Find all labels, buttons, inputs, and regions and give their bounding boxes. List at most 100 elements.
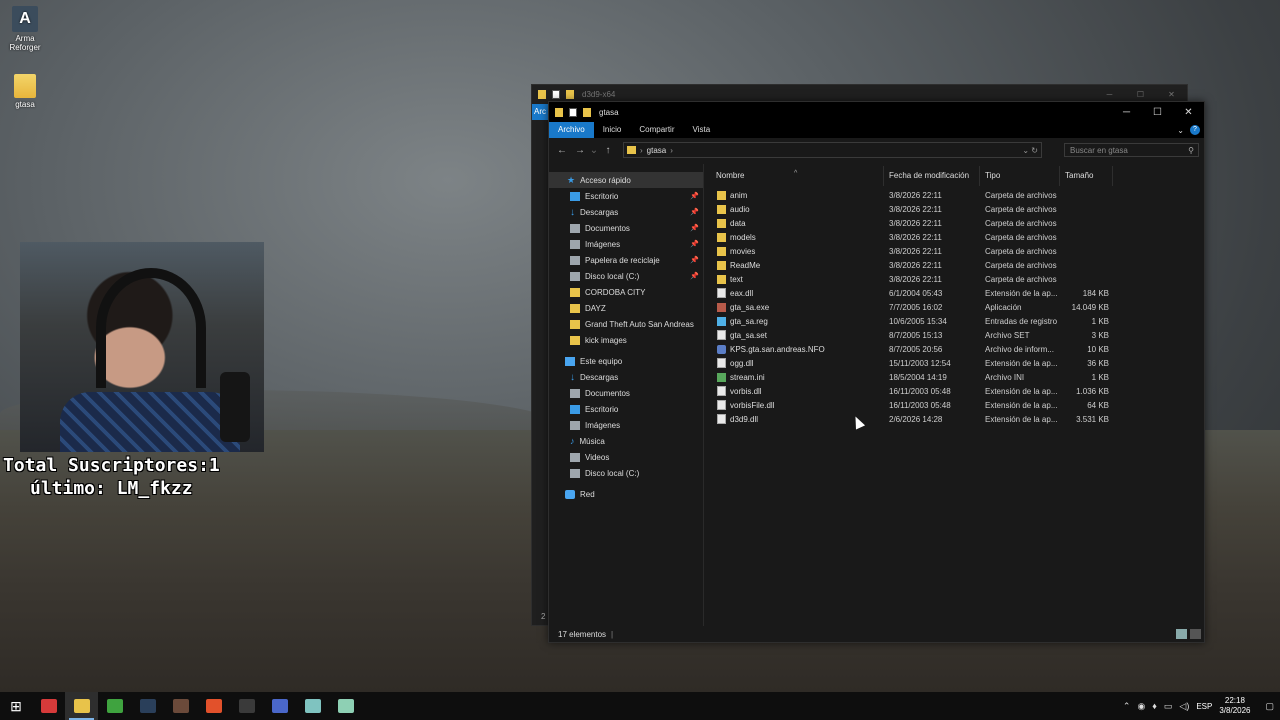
ini-icon bbox=[717, 372, 726, 382]
volume-icon[interactable]: ◁) bbox=[1179, 701, 1189, 712]
checkbox-icon[interactable] bbox=[569, 107, 577, 117]
clock[interactable]: 22:18 3/8/2026 bbox=[1219, 696, 1250, 716]
details-view-icon[interactable] bbox=[1176, 629, 1187, 639]
file-name-cell: stream.ini bbox=[704, 372, 884, 382]
file-name-cell: data bbox=[704, 218, 884, 228]
nav-quick-item[interactable]: kick images bbox=[549, 332, 703, 348]
chevron-up-icon[interactable]: ⌃ bbox=[1123, 701, 1131, 712]
file-row[interactable]: text 3/8/2026 22:11 Carpeta de archivos bbox=[704, 272, 1204, 286]
taskbar-app-xbox[interactable] bbox=[98, 692, 131, 720]
microphone-icon[interactable]: ♦ bbox=[1152, 701, 1157, 711]
window-titlebar[interactable]: gtasa ─ ☐ ✕ bbox=[549, 102, 1204, 122]
file-row[interactable]: vorbisFile.dll 16/11/2003 05:48 Extensión … bbox=[704, 398, 1204, 412]
file-name-cell: vorbis.dll bbox=[704, 386, 884, 396]
close-button[interactable]: ✕ bbox=[1173, 102, 1204, 122]
nav-pc-item[interactable]: Escritorio bbox=[549, 401, 703, 417]
notifications-icon[interactable]: ▢ bbox=[1265, 701, 1274, 712]
nav-label: CORDOBA CITY bbox=[585, 287, 646, 297]
file-row[interactable]: ReadMe 3/8/2026 22:11 Carpeta de archivos bbox=[704, 258, 1204, 272]
taskbar-app-angry-app[interactable] bbox=[32, 692, 65, 720]
column-size[interactable]: Tamaño bbox=[1060, 166, 1113, 186]
file-row[interactable]: vorbis.dll 16/11/2003 05:48 Extensión de l… bbox=[704, 384, 1204, 398]
file-row[interactable]: gta_sa.exe 7/7/2005 16:02 Aplicación 14.049… bbox=[704, 300, 1204, 314]
language-indicator[interactable]: ESP bbox=[1196, 702, 1212, 711]
tab-inicio[interactable]: Inicio bbox=[594, 122, 631, 138]
back-status-count: 2 bbox=[541, 612, 546, 621]
help-icon[interactable]: ? bbox=[1190, 125, 1200, 135]
file-row[interactable]: anim 3/8/2026 22:11 Carpeta de archivos bbox=[704, 188, 1204, 202]
network-icon[interactable]: ▭ bbox=[1164, 701, 1173, 712]
file-row[interactable]: stream.ini 18/5/2004 14:19 Archivo INI 1 KB bbox=[704, 370, 1204, 384]
file-row[interactable]: data 3/8/2026 22:11 Carpeta de archivos bbox=[704, 216, 1204, 230]
expand-ribbon-icon[interactable]: ⌄ bbox=[1177, 126, 1184, 135]
minimize-button[interactable]: ─ bbox=[1094, 90, 1125, 99]
explorer-window[interactable]: gtasa ─ ☐ ✕ Archivo Inicio Compartir Vis… bbox=[548, 101, 1205, 643]
nav-quick-item[interactable]: CORDOBA CITY bbox=[549, 284, 703, 300]
nav-quick-item[interactable]: Disco local (C:) 📌 bbox=[549, 268, 703, 284]
nav-network[interactable]: Red bbox=[549, 486, 703, 502]
search-input[interactable]: Buscar en gtasa ⚲ bbox=[1064, 143, 1199, 157]
nav-quick-item[interactable]: Documentos 📌 bbox=[549, 220, 703, 236]
desktop-icon-gtasa[interactable]: gtasa bbox=[5, 74, 45, 109]
refresh-icon[interactable]: ⌄ ↻ bbox=[1022, 146, 1041, 155]
maximize-button[interactable]: ☐ bbox=[1125, 90, 1156, 99]
nav-pc-item[interactable]: ↓ Descargas bbox=[549, 369, 703, 385]
taskbar-app-notepad[interactable] bbox=[296, 692, 329, 720]
column-date[interactable]: Fecha de modificación bbox=[884, 166, 980, 186]
nav-pc-item[interactable]: Videos bbox=[549, 449, 703, 465]
file-name: data bbox=[730, 218, 746, 228]
tab-vista[interactable]: Vista bbox=[684, 122, 720, 138]
taskbar-app-file-explorer[interactable] bbox=[65, 692, 98, 720]
desktop-icon-arma-reforger[interactable]: A Arma Reforger bbox=[5, 6, 45, 52]
nav-quick-access[interactable]: ★ Acceso rápido bbox=[549, 172, 703, 188]
nav-quick-item[interactable]: Papelera de reciclaje 📌 bbox=[549, 252, 703, 268]
file-row[interactable]: gta_sa.set 8/7/2005 15:13 Archivo SET 3 KB bbox=[704, 328, 1204, 342]
column-name[interactable]: ^ Nombre bbox=[704, 166, 884, 186]
file-row[interactable]: d3d9.dll 2/6/2026 14:28 Extensión de la ap… bbox=[704, 412, 1204, 426]
nav-quick-item[interactable]: Escritorio 📌 bbox=[549, 188, 703, 204]
tab-archivo[interactable]: Archivo bbox=[549, 122, 594, 138]
large-icons-view-icon[interactable] bbox=[1190, 629, 1201, 639]
file-row[interactable]: audio 3/8/2026 22:11 Carpeta de archivos bbox=[704, 202, 1204, 216]
file-row[interactable]: eax.dll 6/1/2004 05:43 Extensión de la ap.… bbox=[704, 286, 1204, 300]
taskbar-app-obs[interactable] bbox=[230, 692, 263, 720]
address-bar[interactable]: › gtasa › ⌄ ↻ bbox=[623, 142, 1042, 158]
minimize-button[interactable]: ─ bbox=[1111, 102, 1142, 122]
file-row[interactable]: models 3/8/2026 22:11 Carpeta de archivos bbox=[704, 230, 1204, 244]
exe-icon bbox=[717, 302, 726, 312]
breadcrumb-gtasa[interactable]: gtasa bbox=[647, 146, 667, 155]
file-row[interactable]: KPS.gta.san.andreas.NFO 8/7/2005 20:56 Arc… bbox=[704, 342, 1204, 356]
file-row[interactable]: ogg.dll 15/11/2003 12:54 Extensión de la a… bbox=[704, 356, 1204, 370]
close-button[interactable]: ✕ bbox=[1156, 90, 1187, 99]
taskbar-app-chrome[interactable] bbox=[263, 692, 296, 720]
forward-arrow-icon[interactable]: → bbox=[571, 145, 589, 156]
nav-this-pc[interactable]: Este equipo bbox=[549, 353, 703, 369]
column-type[interactable]: Tipo bbox=[980, 166, 1060, 186]
maximize-button[interactable]: ☐ bbox=[1142, 102, 1173, 122]
tab-compartir[interactable]: Compartir bbox=[630, 122, 683, 138]
nav-pc-item[interactable]: Imágenes bbox=[549, 417, 703, 433]
search-icon[interactable]: ⚲ bbox=[1188, 146, 1198, 155]
back-arrow-icon[interactable]: ← bbox=[553, 145, 571, 156]
headset-icon[interactable]: ◉ bbox=[1137, 701, 1145, 712]
nav-quick-item[interactable]: DAYZ bbox=[549, 300, 703, 316]
taskbar-app-notepad2[interactable] bbox=[329, 692, 362, 720]
nav-quick-item[interactable]: Imágenes 📌 bbox=[549, 236, 703, 252]
folder-icon bbox=[14, 74, 36, 98]
file-name: KPS.gta.san.andreas.NFO bbox=[730, 344, 825, 354]
nav-pc-item[interactable]: Disco local (C:) bbox=[549, 465, 703, 481]
file-row[interactable]: gta_sa.reg 10/6/2005 15:34 Entradas de reg… bbox=[704, 314, 1204, 328]
nav-pc-item[interactable]: Documentos bbox=[549, 385, 703, 401]
taskbar-app-brave[interactable] bbox=[197, 692, 230, 720]
recent-chevron-icon[interactable]: ⌄ bbox=[589, 145, 599, 156]
file-name: text bbox=[730, 274, 743, 284]
nav-quick-item[interactable]: ↓ Descargas 📌 bbox=[549, 204, 703, 220]
taskbar-app-steam[interactable] bbox=[131, 692, 164, 720]
nav-quick-item[interactable]: Grand Theft Auto San Andreas bbox=[549, 316, 703, 332]
taskbar-app-game-app[interactable] bbox=[164, 692, 197, 720]
up-arrow-icon[interactable]: ↑ bbox=[599, 145, 617, 156]
file-row[interactable]: movies 3/8/2026 22:11 Carpeta de archivos bbox=[704, 244, 1204, 258]
nav-pc-item[interactable]: ♪ Música bbox=[549, 433, 703, 449]
start-button[interactable]: ⊞ bbox=[0, 692, 32, 720]
folder-icon[interactable] bbox=[583, 107, 591, 117]
